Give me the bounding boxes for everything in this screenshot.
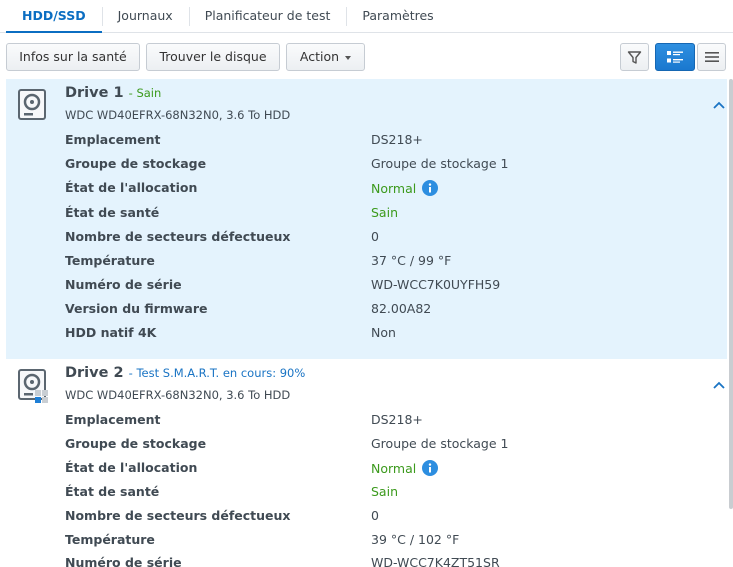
tab-hdd-ssd[interactable]: HDD/SSD: [6, 0, 102, 33]
row-value: 37 °C / 99 °F: [371, 253, 452, 268]
detail-row: Nombre de secteurs défectueux 0: [65, 508, 705, 528]
detail-row: Groupe de stockage Groupe de stockage 1: [65, 436, 705, 456]
detail-row: État de santé Sain: [65, 484, 705, 504]
row-label: Numéro de série: [65, 277, 182, 292]
detail-row: Groupe de stockage Groupe de stockage 1: [65, 156, 705, 176]
row-label: Emplacement: [65, 132, 161, 147]
info-icon[interactable]: [422, 460, 439, 476]
row-label: État de l'allocation: [65, 460, 198, 475]
row-label: Température: [65, 253, 155, 268]
drive-status: - Test S.M.A.R.T. en cours: 90%: [128, 366, 306, 380]
row-label: Température: [65, 532, 155, 547]
drive-list: Drive 1 - Sain WDC WD40EFRX-68N32N0, 3.6…: [6, 79, 727, 567]
drive-title: Drive 2 - Test S.M.A.R.T. en cours: 90%: [65, 365, 305, 381]
toolbar: Infos sur la santé Trouver le disque Act…: [0, 33, 733, 79]
detail-row: État de l'allocation Normal: [65, 460, 705, 480]
filter-icon: [627, 50, 642, 64]
drive-title: Drive 1 - Sain: [65, 85, 161, 101]
detail-row: Emplacement DS218+: [65, 132, 705, 152]
row-value: Sain: [371, 484, 398, 499]
drive-item-1[interactable]: Drive 1 - Sain WDC WD40EFRX-68N32N0, 3.6…: [6, 79, 727, 359]
drive-status: - Sain: [128, 86, 162, 100]
row-label: Version du firmware: [65, 301, 208, 316]
drive-item-2[interactable]: Drive 2 - Test S.M.A.R.T. en cours: 90% …: [6, 359, 727, 567]
scrollbar-thumb[interactable]: [729, 79, 733, 509]
drive-name: Drive 2: [65, 365, 124, 381]
detail-row: Version du firmware 82.00A82: [65, 301, 705, 321]
tab-journaux[interactable]: Journaux: [101, 0, 189, 33]
row-value: WD-WCC7K4ZT51SR: [371, 555, 500, 567]
hdd-icon: [18, 89, 46, 120]
action-dropdown-button[interactable]: Action: [286, 43, 365, 71]
detail-row: État de l'allocation Normal: [65, 180, 705, 200]
find-disk-button[interactable]: Trouver le disque: [146, 43, 280, 71]
chevron-up-icon[interactable]: [712, 380, 726, 390]
row-value: Groupe de stockage 1: [371, 436, 509, 451]
row-value: 0: [371, 508, 379, 523]
row-label: Nombre de secteurs défectueux: [65, 508, 291, 523]
compact-view-button[interactable]: [697, 43, 726, 71]
info-icon[interactable]: [422, 180, 439, 196]
detail-list-icon: [667, 51, 683, 63]
tab-planificateur[interactable]: Planificateur de test: [188, 0, 347, 33]
drive-model: WDC WD40EFRX-68N32N0, 3.6 To HDD: [65, 388, 291, 402]
filter-button[interactable]: [620, 43, 649, 71]
row-value: Non: [371, 325, 396, 340]
health-info-button[interactable]: Infos sur la santé: [6, 43, 140, 71]
detail-row: État de santé Sain: [65, 205, 705, 225]
row-value: Groupe de stockage 1: [371, 156, 509, 171]
row-label: État de santé: [65, 484, 160, 499]
chevron-up-icon[interactable]: [712, 100, 726, 110]
detail-row: Nombre de secteurs défectueux 0: [65, 229, 705, 249]
row-label: Nombre de secteurs défectueux: [65, 229, 291, 244]
row-label: Groupe de stockage: [65, 156, 207, 171]
allocation-status: Normal: [371, 181, 417, 196]
row-value: 39 °C / 102 °F: [371, 532, 460, 547]
detail-row: Température 37 °C / 99 °F: [65, 253, 705, 273]
action-label: Action: [299, 49, 340, 64]
hdd-testing-icon: [18, 369, 48, 403]
row-label: Emplacement: [65, 412, 161, 427]
detail-row: Emplacement DS218+: [65, 412, 705, 432]
row-value: Normal: [371, 460, 439, 476]
drive-model: WDC WD40EFRX-68N32N0, 3.6 To HDD: [65, 108, 291, 122]
row-value: 0: [371, 229, 379, 244]
caret-down-icon: [345, 55, 352, 60]
row-label: HDD natif 4K: [65, 325, 157, 340]
row-value: 82.00A82: [371, 301, 432, 316]
row-value: WD-WCC7K0UYFH59: [371, 277, 501, 292]
row-label: Numéro de série: [65, 555, 182, 567]
row-label: État de l'allocation: [65, 180, 198, 195]
detail-row: Température 39 °C / 102 °F: [65, 532, 705, 552]
row-label: État de santé: [65, 205, 160, 220]
detail-view-button[interactable]: [655, 43, 695, 71]
row-value: DS218+: [371, 412, 423, 427]
drive-name: Drive 1: [65, 85, 124, 101]
detail-row: HDD natif 4K Non: [65, 325, 705, 345]
list-icon: [704, 52, 719, 62]
detail-row: Numéro de série WD-WCC7K0UYFH59: [65, 277, 705, 297]
row-value: DS218+: [371, 132, 423, 147]
row-value: Normal: [371, 180, 439, 196]
allocation-status: Normal: [371, 461, 417, 476]
tab-bar: HDD/SSD Journaux Planificateur de test P…: [0, 0, 733, 33]
detail-row: Numéro de série WD-WCC7K4ZT51SR: [65, 555, 705, 567]
row-value: Sain: [371, 205, 398, 220]
row-label: Groupe de stockage: [65, 436, 207, 451]
tab-parametres[interactable]: Paramètres: [346, 0, 449, 33]
